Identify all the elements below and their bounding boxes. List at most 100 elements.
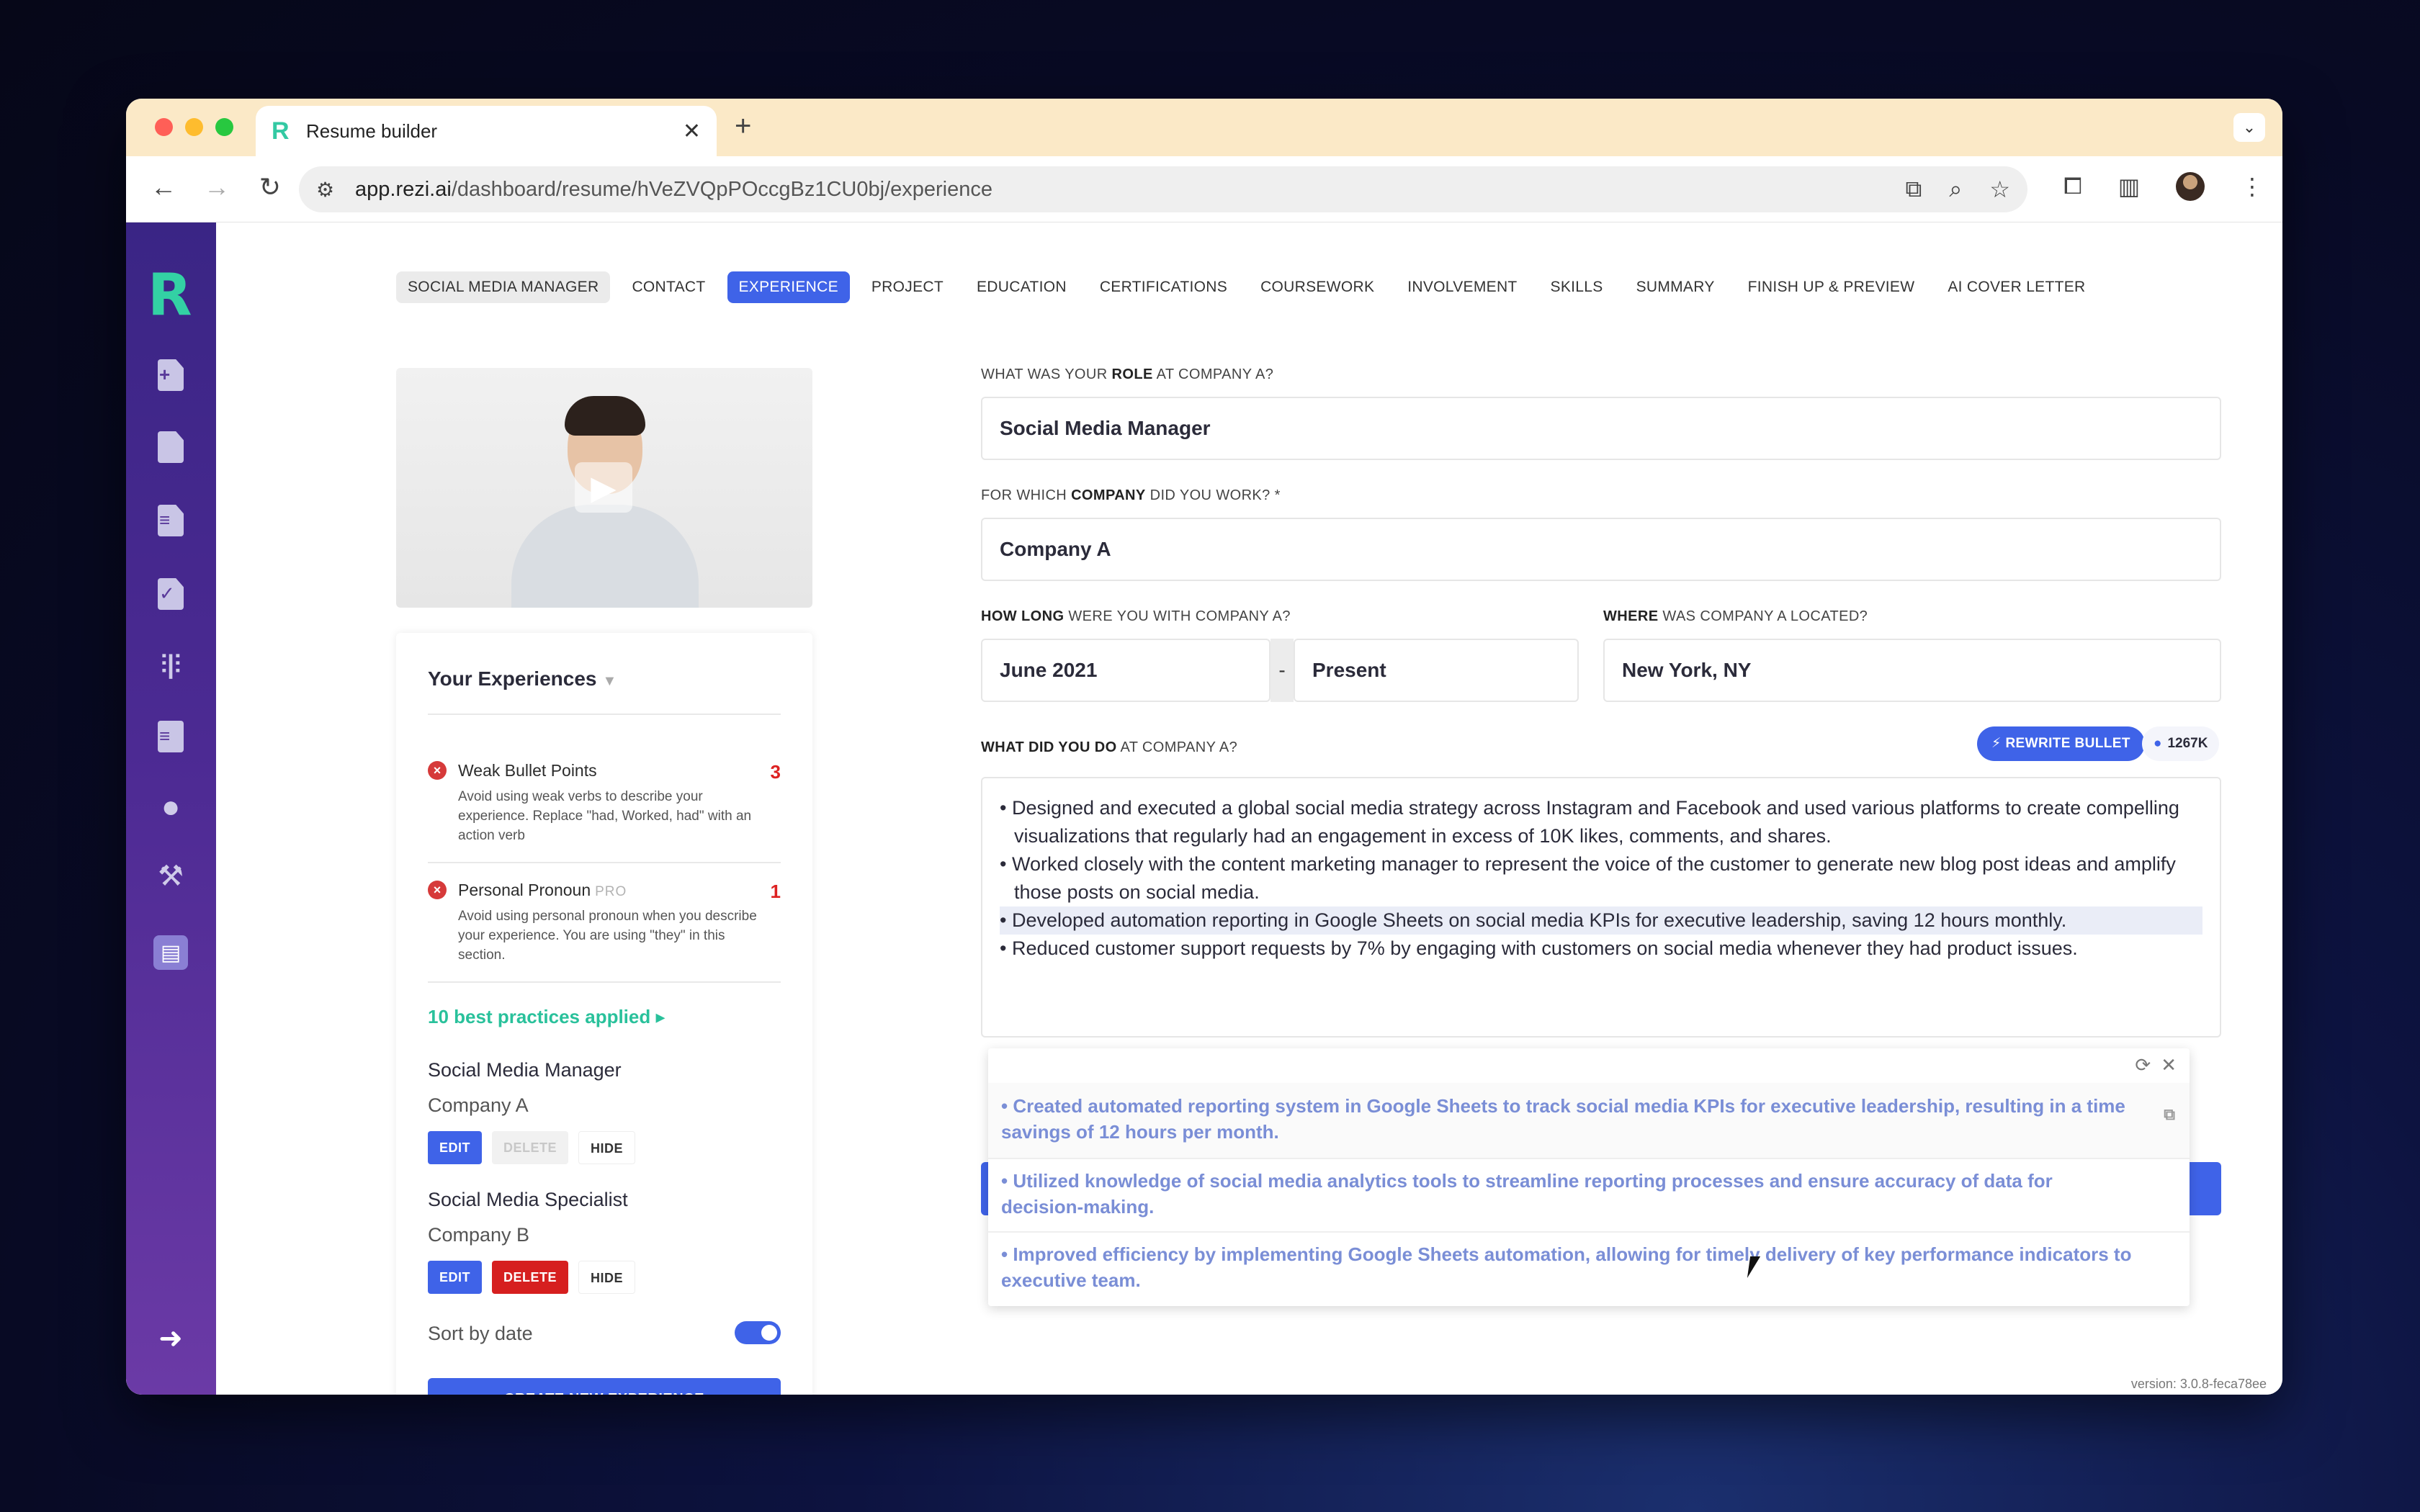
rezi-logo[interactable]: R	[148, 261, 192, 328]
version-label: version: 3.0.8-feca78ee	[2130, 1377, 2267, 1391]
hide-button[interactable]: HIDE	[578, 1131, 636, 1164]
profile-avatar[interactable]	[2176, 172, 2205, 201]
date-separator: -	[1270, 639, 1294, 702]
document-check-icon[interactable]: ✓	[153, 577, 188, 611]
role-input[interactable]: Social Media Manager	[981, 397, 2221, 460]
company-input[interactable]: Company A	[981, 518, 2221, 581]
experiences-dropdown[interactable]: Your Experiences ▼	[428, 667, 617, 690]
side-panel-icon[interactable]: ▥	[2118, 173, 2140, 200]
bullet-line[interactable]: • Reduced customer support requests by 7…	[1000, 935, 2202, 963]
bullet-line-selected[interactable]: • Developed automation reporting in Goog…	[1000, 906, 2202, 935]
stack-icon[interactable]: ▤	[153, 935, 188, 970]
pro-badge: PRO	[595, 884, 627, 899]
back-icon[interactable]: ←	[148, 172, 179, 202]
hammer-icon[interactable]: ⚒	[153, 859, 188, 894]
tab-contact[interactable]: Contact	[620, 271, 717, 303]
url-text[interactable]: app.rezi.ai/dashboard/resume/hVeZVQpPOcc…	[355, 178, 1906, 202]
tab-certifications[interactable]: Certifications	[1088, 271, 1239, 303]
audio-wave-icon[interactable]: ⫶|⫶	[153, 647, 188, 682]
entry-company: Company A	[428, 1094, 529, 1116]
zoom-icon[interactable]: ⌕	[1949, 176, 1962, 203]
browser-tab[interactable]: R Resume builder ✕	[256, 106, 717, 156]
end-date-input[interactable]: Present	[1294, 639, 1579, 702]
edit-button[interactable]: EDIT	[428, 1261, 483, 1294]
tab-experience[interactable]: Experience	[727, 271, 850, 303]
tab-summary[interactable]: Summary	[1625, 271, 1726, 303]
tab-education[interactable]: Education	[965, 271, 1078, 303]
suggestion-item[interactable]: • Created automated reporting system in …	[988, 1083, 2190, 1158]
error-icon: ×	[428, 881, 447, 899]
document-lines-icon[interactable]: ≡	[153, 503, 188, 538]
suggestion-item[interactable]: • Improved efficiency by implementing Go…	[988, 1241, 2190, 1293]
play-icon[interactable]: ▶	[575, 462, 632, 513]
tab-title: Resume builder	[306, 120, 438, 142]
tab-coursework[interactable]: Coursework	[1249, 271, 1386, 303]
caret-down-icon: ▼	[602, 673, 617, 689]
tutorial-video[interactable]: ▶	[396, 368, 812, 608]
issue-count: 1	[770, 881, 781, 902]
create-experience-button[interactable]: CREATE NEW EXPERIENCE	[428, 1378, 781, 1395]
browser-toolbar: ← → ↻ ⚙ app.rezi.ai/dashboard/resume/hVe…	[126, 156, 2282, 222]
maximize-window-button[interactable]	[215, 118, 233, 136]
sort-by-date: Sort by date	[428, 1321, 781, 1345]
chat-icon[interactable]: ●	[153, 789, 188, 824]
reload-icon[interactable]: ↻	[254, 172, 286, 202]
experience-entry: Social Media Manager Company A EDIT DELE…	[428, 1059, 636, 1164]
tab-involvement[interactable]: Involvement	[1396, 271, 1528, 303]
document-icon[interactable]	[153, 430, 188, 464]
copy-icon[interactable]: ⧉	[2164, 1102, 2175, 1128]
bookmark-star-icon[interactable]: ☆	[1989, 176, 2010, 203]
bullet-line[interactable]: • Worked closely with the content market…	[1000, 850, 2202, 906]
close-tab-icon[interactable]: ✕	[683, 119, 701, 144]
lightning-icon: ⚡	[1991, 736, 2002, 751]
caret-right-icon: ▸	[655, 1006, 666, 1027]
bullets-editor[interactable]: • Designed and executed a global social …	[981, 777, 2221, 1038]
forward-icon[interactable]: →	[201, 172, 233, 202]
tab-finish-up-preview[interactable]: Finish Up & Preview	[1736, 271, 1927, 303]
delete-button[interactable]: DELETE	[492, 1261, 569, 1294]
close-window-button[interactable]	[155, 118, 173, 136]
suggestion-item[interactable]: • Utilized knowledge of social media ana…	[988, 1168, 2190, 1220]
experience-entry: Social Media Specialist Company B EDIT D…	[428, 1189, 636, 1294]
browser-window: R Resume builder ✕ + ⌄ ← → ↻ ⚙ app.rezi.…	[126, 99, 2282, 1395]
logout-icon[interactable]: ➜	[153, 1321, 188, 1356]
address-bar[interactable]: ⚙ app.rezi.ai/dashboard/resume/hVeZVQpPO…	[299, 166, 2027, 212]
edit-button[interactable]: EDIT	[428, 1131, 483, 1164]
tab-social-media-manager[interactable]: Social Media Manager	[396, 271, 611, 303]
delete-button-disabled: DELETE	[492, 1131, 569, 1164]
site-info-icon[interactable]: ⚙	[316, 178, 345, 202]
entry-role: Social Media Manager	[428, 1059, 622, 1081]
refresh-icon[interactable]: ⟳	[2135, 1054, 2151, 1076]
tab-skills[interactable]: Skills	[1539, 271, 1615, 303]
close-icon[interactable]: ✕	[2161, 1054, 2177, 1076]
divider	[428, 981, 781, 983]
list-doc-icon[interactable]: ≡	[153, 719, 188, 754]
hide-button[interactable]: HIDE	[578, 1261, 636, 1294]
tab-project[interactable]: Project	[860, 271, 955, 303]
location-input[interactable]: New York, NY	[1603, 639, 2221, 702]
best-practices-link[interactable]: 10 best practices applied ▸	[428, 1006, 666, 1028]
rezi-favicon-icon: R	[272, 117, 290, 145]
new-resume-icon[interactable]: +	[153, 358, 188, 392]
new-tab-button[interactable]: +	[735, 110, 751, 143]
experiences-panel: Your Experiences ▼ × Weak Bullet Points 3…	[396, 633, 812, 1395]
issue-weak-bullets[interactable]: × Weak Bullet Points 3 Avoid using weak …	[428, 761, 781, 847]
divider	[428, 862, 781, 863]
location-label: Where was Company A located?	[1603, 608, 1868, 624]
issue-personal-pronoun[interactable]: × Personal Pronoun PRO 1 Avoid using pers…	[428, 881, 781, 967]
sort-toggle[interactable]	[735, 1321, 781, 1344]
tab-bar: R Resume builder ✕ + ⌄	[126, 99, 2282, 156]
open-in-app-icon[interactable]: ⧉	[1906, 176, 1922, 203]
browser-menu-icon[interactable]: ⋮	[2241, 173, 2264, 200]
tab-ai-cover-letter[interactable]: AI Cover Letter	[1936, 271, 2097, 303]
entry-role: Social Media Specialist	[428, 1189, 628, 1210]
step-tabs: Social Media Manager Contact Experience …	[396, 271, 2097, 303]
tab-search-chevron-icon[interactable]: ⌄	[2233, 113, 2265, 142]
start-date-input[interactable]: June 2021	[981, 639, 1270, 702]
rewrite-bullet-button[interactable]: ⚡ REWRITE BULLET	[1977, 726, 2145, 761]
coin-icon: ●	[2154, 736, 2162, 751]
role-label: What was your role at Company A?	[981, 366, 1274, 382]
bullet-line[interactable]: • Designed and executed a global social …	[1000, 794, 2202, 850]
minimize-window-button[interactable]	[185, 118, 203, 136]
extensions-puzzle-icon[interactable]: ⧠	[2063, 173, 2082, 200]
